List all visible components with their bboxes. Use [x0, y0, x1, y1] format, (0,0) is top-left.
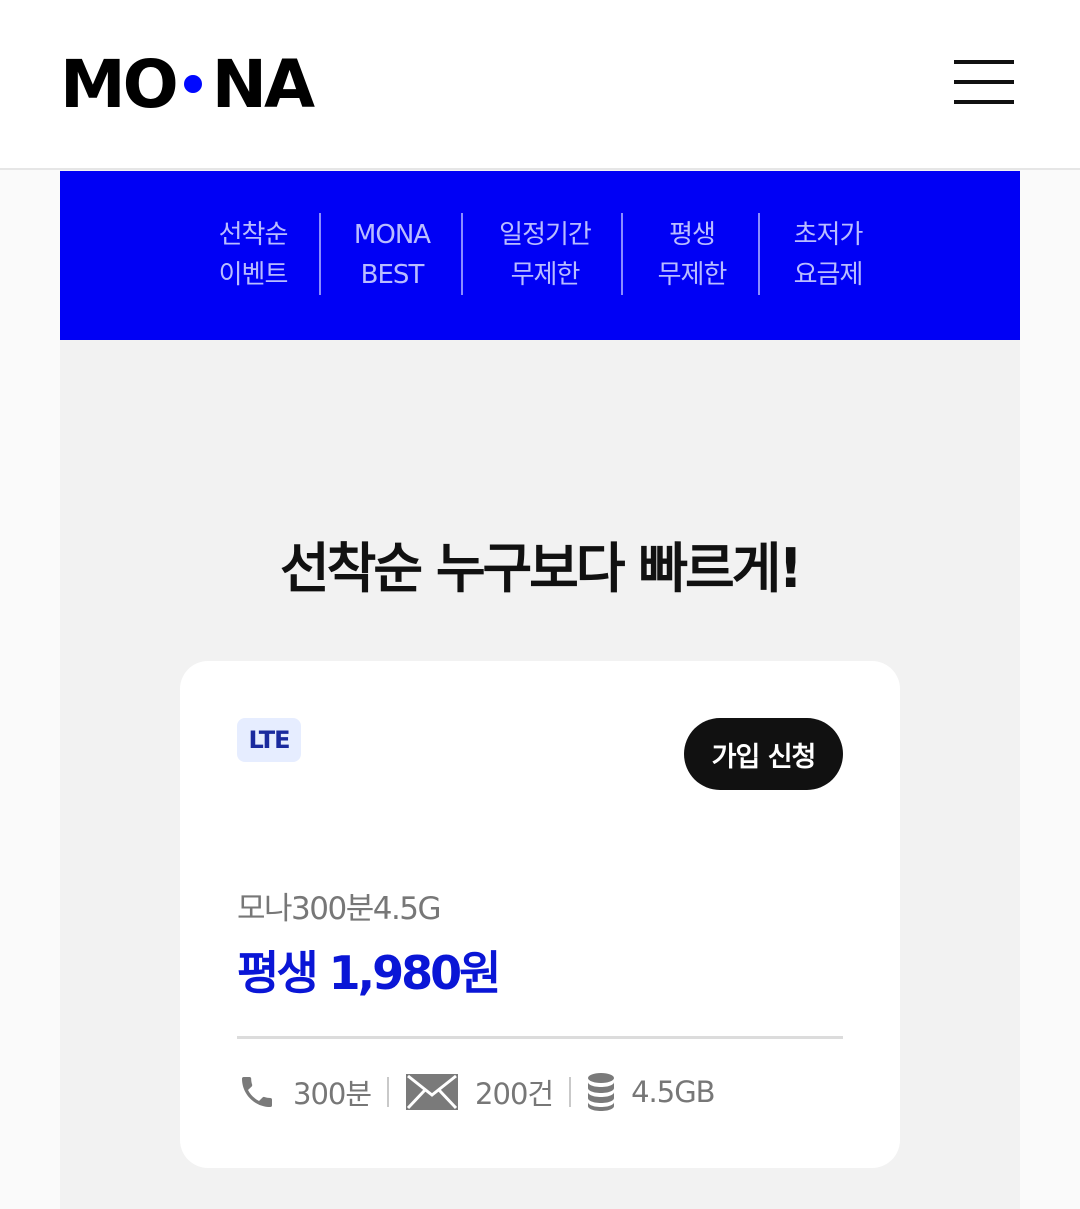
nav-item-label: 일정기간 [499, 220, 592, 250]
database-icon [587, 1072, 615, 1112]
hamburger-menu-icon[interactable] [954, 60, 1014, 108]
category-nav: 선착순 이벤트 MONA BEST 일정기간 무제한 평생 무제한 초저가 요금… [60, 171, 1020, 340]
nav-item-label: 무제한 [510, 260, 581, 290]
nav-item-label: 요금제 [793, 260, 864, 290]
nav-item-label: 이벤트 [218, 260, 289, 290]
card-divider [237, 1036, 843, 1039]
nav-item-label: 선착순 [218, 220, 289, 250]
nav-item-lifetime-unlimited[interactable]: 평생 무제한 [642, 213, 742, 297]
page-margin-right [1020, 170, 1080, 1209]
nav-item-low-cost-plans[interactable]: 초저가 요금제 [778, 213, 878, 297]
apply-button[interactable]: 가입 신청 [684, 718, 843, 790]
envelope-icon [405, 1073, 459, 1111]
nav-item-label: 초저가 [793, 220, 864, 250]
nav-item-label: 평생 [669, 220, 716, 250]
spec-data-value: 4.5GB [631, 1075, 715, 1109]
page-margin-left [0, 170, 60, 1209]
spec-voice: 300분 [237, 1071, 372, 1113]
spec-data: 4.5GB [587, 1072, 716, 1112]
plan-card[interactable]: LTE 가입 신청 모나300분4.5G 평생 1,980원 300분 200건 [180, 661, 900, 1168]
logo-text-right: NA [211, 45, 315, 123]
nav-item-label: 무제한 [657, 260, 728, 290]
logo-text-left: MO [60, 45, 179, 123]
nav-divider [461, 213, 463, 295]
nav-item-period-unlimited[interactable]: 일정기간 무제한 [480, 213, 610, 297]
spec-separator [387, 1077, 390, 1107]
spec-voice-value: 300분 [293, 1077, 372, 1111]
phone-icon [237, 1072, 277, 1112]
nav-item-label: MONA [353, 220, 431, 250]
spec-sms: 200건 [405, 1071, 554, 1113]
plan-specs: 300분 200건 4.5GB [237, 1071, 716, 1113]
network-badge: LTE [237, 718, 301, 762]
nav-item-first-come-event[interactable]: 선착순 이벤트 [203, 213, 303, 297]
spec-separator [569, 1077, 572, 1107]
logo-dot [183, 75, 202, 93]
spec-sms-value: 200건 [475, 1077, 554, 1111]
section-headline: 선착순 누구보다 빠르게! [279, 537, 803, 600]
plan-name: 모나300분4.5G [237, 891, 442, 927]
nav-item-label: BEST [360, 260, 425, 290]
nav-divider [621, 213, 623, 295]
nav-divider [758, 213, 760, 295]
site-header: MO NA [0, 0, 1080, 170]
mona-logo[interactable]: MO NA [60, 46, 315, 123]
nav-divider [319, 213, 321, 295]
nav-item-mona-best[interactable]: MONA BEST [341, 213, 443, 297]
plan-price: 평생 1,980원 [237, 946, 501, 1000]
